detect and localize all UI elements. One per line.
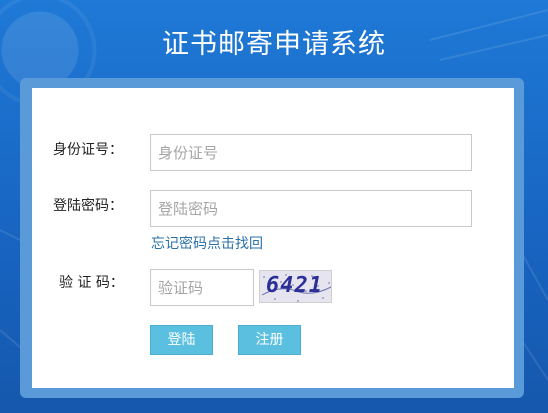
captcha-input[interactable] [150, 269, 254, 306]
forgot-password-link[interactable]: 忘记密码点击找回 [151, 233, 263, 253]
page-title: 证书邮寄申请系统 [162, 29, 386, 60]
captcha-label: 验 证 码： [59, 275, 124, 291]
captcha-code: 6421 [266, 273, 323, 298]
password-label: 登陆密码： [53, 198, 123, 214]
id-number-input[interactable] [150, 134, 472, 171]
login-button[interactable]: 登陆 [150, 325, 213, 355]
register-button[interactable]: 注册 [238, 325, 301, 355]
id-number-label: 身份证号： [53, 142, 123, 158]
captcha-image[interactable]: 6421 [259, 270, 332, 303]
password-input[interactable] [150, 190, 472, 227]
